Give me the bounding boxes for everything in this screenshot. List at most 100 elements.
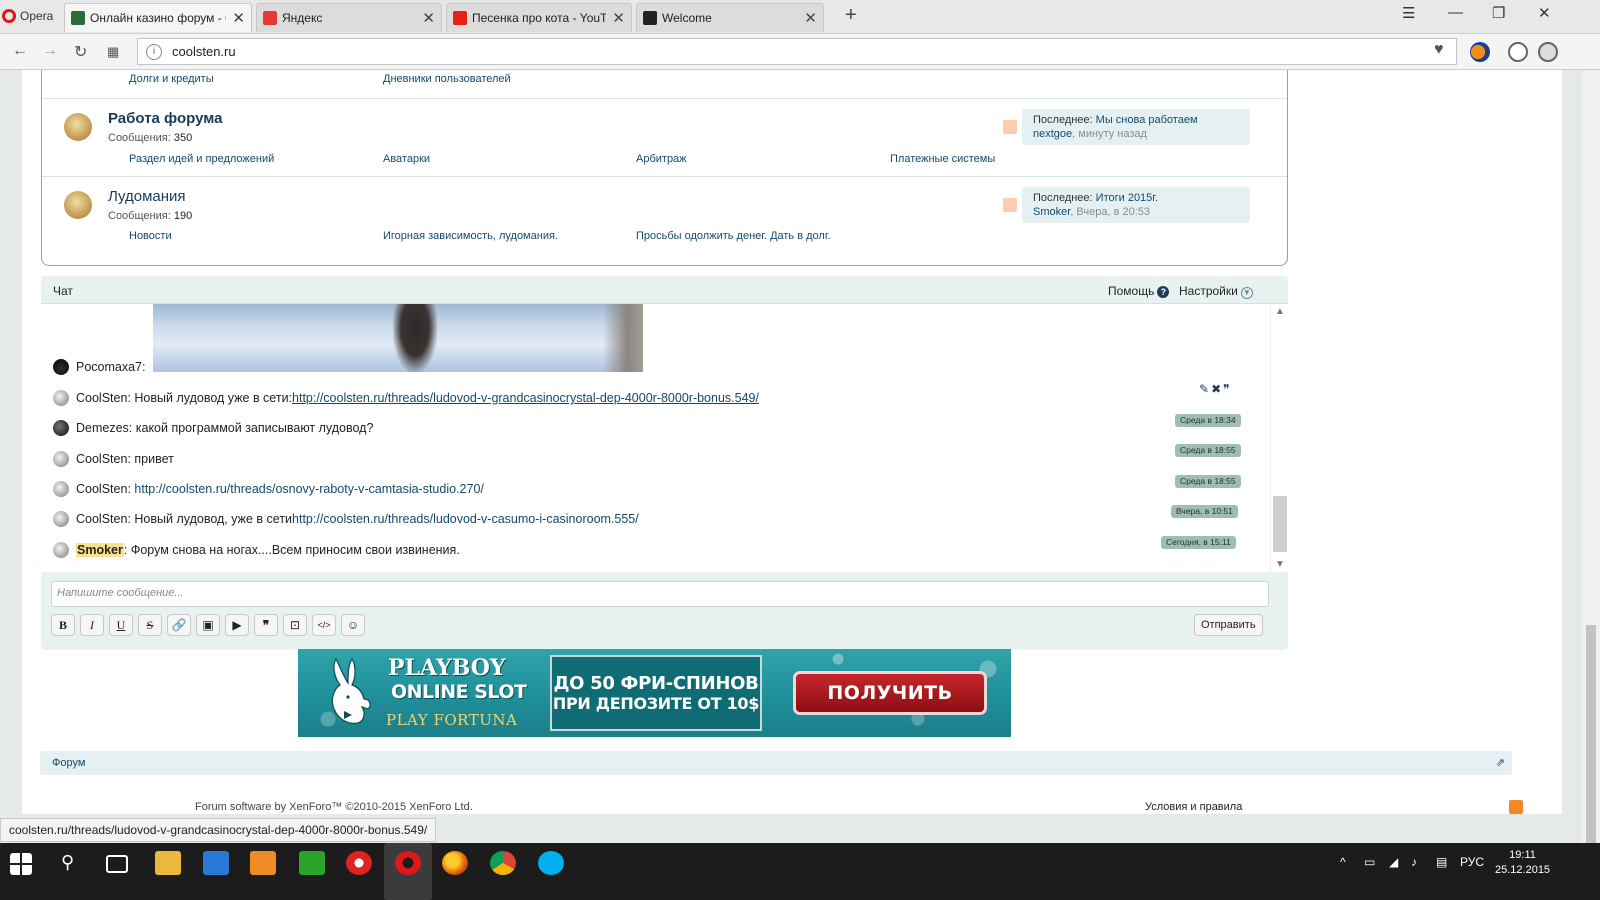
subforum-link[interactable]: Дневники пользователей	[383, 73, 511, 85]
download-icon[interactable]	[1508, 42, 1528, 62]
ad-banner[interactable]: PLAYBOY ONLINE SLOT PLAY FORTUNA ДО 50 Ф…	[298, 649, 1011, 737]
forum-node-title[interactable]: Лудомания	[108, 188, 186, 205]
rss-icon[interactable]	[1003, 198, 1017, 212]
quote-icon[interactable]: ❞	[1223, 382, 1231, 396]
store-icon[interactable]	[203, 851, 229, 875]
chat-help-link[interactable]: Помощь?	[1108, 284, 1170, 298]
tab-yandex[interactable]: Яндекс ✕	[256, 3, 442, 32]
tray-expand-icon[interactable]: ^	[1340, 855, 1346, 869]
tab-close-icon[interactable]: ✕	[422, 9, 435, 27]
jump-menu-icon[interactable]: ⇗	[1496, 756, 1505, 769]
rss-icon[interactable]	[1003, 120, 1017, 134]
firefox-icon[interactable]	[442, 851, 468, 875]
search-icon[interactable]: ⚲	[61, 852, 74, 873]
link-button[interactable]: 🔗	[167, 614, 191, 636]
breadcrumb-forum-link[interactable]: Форум	[52, 757, 85, 769]
chat-scrollbar[interactable]: ▲ ▼	[1270, 304, 1288, 572]
code-button[interactable]: </>	[312, 614, 336, 636]
system-clock[interactable]: 19:11 25.12.2015	[1495, 848, 1550, 878]
minimize-icon[interactable]: —	[1448, 4, 1463, 21]
user-avatar[interactable]	[53, 390, 69, 406]
user-avatar[interactable]	[53, 359, 69, 375]
opera-taskbar-icon[interactable]	[395, 851, 421, 875]
language-indicator[interactable]: РУС	[1460, 855, 1484, 869]
chat-username[interactable]: Demezes	[76, 421, 129, 435]
bookmark-heart-icon[interactable]: ♥	[1434, 41, 1444, 59]
chat-message-input[interactable]: Напишите сообщение...	[51, 581, 1269, 607]
scroll-up-icon[interactable]: ▲	[1275, 306, 1285, 317]
start-button-icon[interactable]	[10, 853, 32, 875]
quote-button[interactable]: ❞	[254, 614, 278, 636]
tab-close-icon[interactable]: ✕	[232, 9, 245, 27]
account-icon[interactable]	[1538, 42, 1558, 62]
user-avatar[interactable]	[53, 511, 69, 527]
underline-button[interactable]: U	[109, 614, 133, 636]
close-window-icon[interactable]: ✕	[1538, 4, 1551, 22]
opera-menu-button[interactable]: Opera	[0, 0, 62, 32]
send-button[interactable]: Отправить	[1194, 614, 1263, 636]
user-avatar[interactable]	[53, 542, 69, 558]
chat-message-link[interactable]: http://coolsten.ru/threads/ludovod-v-cas…	[292, 512, 639, 526]
scrollbar-thumb[interactable]	[1586, 625, 1596, 845]
user-avatar[interactable]	[53, 451, 69, 467]
utorrent-icon[interactable]	[299, 851, 325, 875]
volume-icon[interactable]: ♪	[1411, 855, 1417, 869]
new-tab-icon[interactable]: +	[845, 4, 857, 27]
speed-dial-grid-icon[interactable]: ▦	[107, 44, 119, 60]
subforum-link[interactable]: Аватарки	[383, 153, 430, 165]
scroll-down-icon[interactable]: ▼	[1275, 559, 1285, 570]
bold-button[interactable]: B	[51, 614, 75, 636]
back-arrow-icon[interactable]: ←	[12, 42, 28, 60]
image-button[interactable]: ▣	[196, 614, 220, 636]
last-post-link[interactable]: Итоги 2015г.	[1096, 192, 1158, 204]
battery-icon[interactable]: ▭	[1364, 855, 1375, 869]
spoiler-button[interactable]: ⊡	[283, 614, 307, 636]
chat-username[interactable]: CoolSten	[76, 512, 127, 526]
media-button[interactable]: ▶	[225, 614, 249, 636]
task-view-icon[interactable]	[106, 855, 128, 873]
subforum-link[interactable]: Раздел идей и предложений	[129, 153, 274, 165]
chat-message-link[interactable]: http://coolsten.ru/threads/ludovod-v-gra…	[292, 391, 759, 405]
delete-icon[interactable]: ✖	[1211, 382, 1223, 396]
chat-image-attachment[interactable]	[153, 304, 643, 372]
scrollbar-thumb[interactable]	[1273, 496, 1287, 552]
vpn-extension-icon[interactable]	[1470, 42, 1490, 62]
chat-username[interactable]: CoolSten	[76, 482, 127, 496]
tab-coolsten[interactable]: Онлайн казино форум - С ✕	[64, 3, 252, 32]
subforum-link[interactable]: Платежные системы	[890, 153, 995, 165]
file-explorer-icon[interactable]	[155, 851, 181, 875]
last-post-user[interactable]: nextgoe	[1033, 128, 1072, 140]
reload-icon[interactable]: ↻	[74, 42, 87, 62]
tab-youtube[interactable]: Песенка про кота - YouTu ✕	[446, 3, 632, 32]
copyright-text[interactable]: Forum software by XenForo™ ©2010-2015 Xe…	[195, 801, 473, 813]
smilies-button[interactable]: ☺	[341, 614, 365, 636]
chat-username[interactable]: Pocomaxa7	[76, 360, 142, 374]
tab-menu-icon[interactable]: ☰	[1402, 4, 1415, 22]
site-info-icon[interactable]: i	[146, 43, 162, 60]
user-avatar[interactable]	[53, 481, 69, 497]
page-scrollbar[interactable]	[1582, 70, 1600, 845]
url-field[interactable]: i coolsten.ru	[137, 38, 1457, 65]
notifications-icon[interactable]: ▤	[1436, 855, 1447, 869]
terms-link[interactable]: Условия и правила	[1145, 801, 1242, 813]
user-avatar[interactable]	[53, 420, 69, 436]
chat-username[interactable]: Smoker	[76, 543, 124, 557]
chat-message-link[interactable]: http://coolsten.ru/threads/osnovy-raboty…	[134, 482, 483, 496]
rss-icon[interactable]	[1509, 800, 1523, 814]
subforum-link[interactable]: Арбитраж	[636, 153, 687, 165]
media-player-icon[interactable]	[250, 851, 276, 875]
forward-arrow-icon[interactable]: →	[42, 42, 58, 60]
poker-chip-icon[interactable]	[346, 851, 372, 875]
tab-close-icon[interactable]: ✕	[612, 9, 625, 27]
tab-close-icon[interactable]: ✕	[804, 9, 817, 27]
maximize-icon[interactable]: ❐	[1492, 4, 1505, 22]
skype-icon[interactable]	[538, 851, 564, 875]
subforum-link[interactable]: Игорная зависимость, лудомания.	[383, 230, 558, 242]
chat-username[interactable]: CoolSten	[76, 452, 127, 466]
edit-icon[interactable]: ✎	[1199, 382, 1211, 396]
strikethrough-button[interactable]: S	[138, 614, 162, 636]
chrome-icon[interactable]	[490, 851, 516, 875]
subforum-link[interactable]: Просьбы одолжить денег. Дать в долг.	[636, 230, 831, 242]
chat-username[interactable]: CoolSten	[76, 391, 127, 405]
wifi-icon[interactable]: ◢	[1389, 855, 1398, 869]
